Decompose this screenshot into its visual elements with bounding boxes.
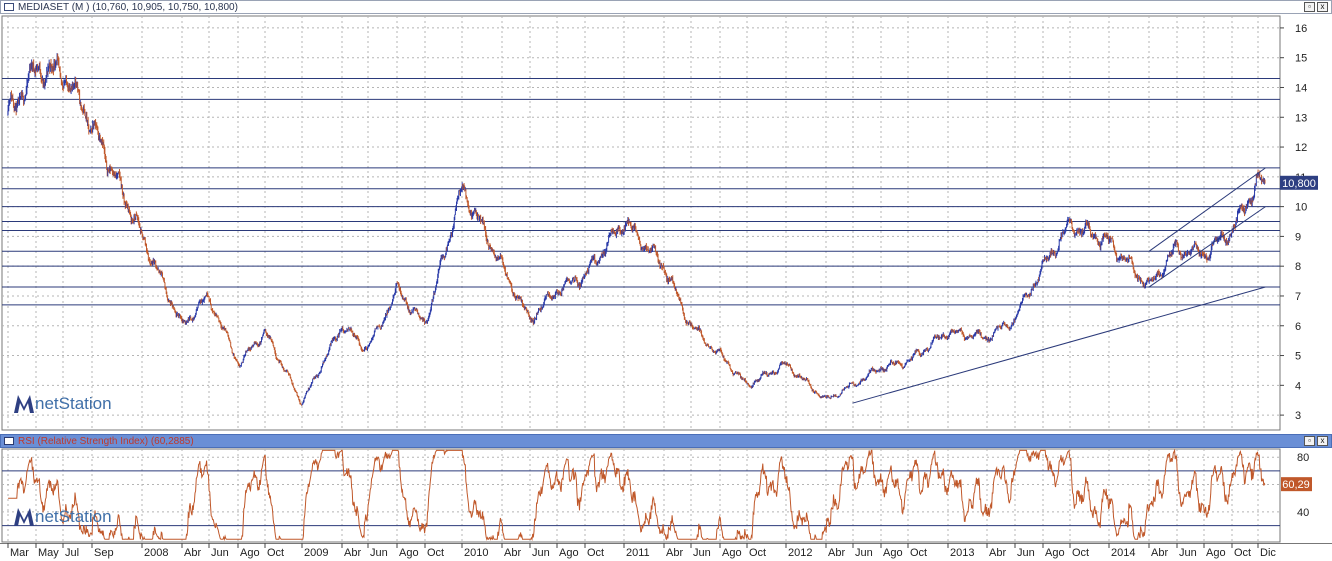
y-tick-label: 6 bbox=[1295, 321, 1301, 333]
time-tick-label: 2014 bbox=[1111, 547, 1135, 559]
rsi-chart[interactable]: 40608060,29 bbox=[0, 448, 1332, 543]
rsi-y-tick-label: 80 bbox=[1297, 452, 1309, 464]
time-tick-label: Abr bbox=[344, 547, 361, 559]
time-tick-label: Ago bbox=[1045, 547, 1065, 559]
y-tick-label: 3 bbox=[1295, 410, 1301, 422]
watermark-text: netStation bbox=[35, 507, 112, 526]
time-tick-label: Jun bbox=[370, 547, 388, 559]
time-tick-label: Abr bbox=[1151, 547, 1168, 559]
time-tick-label: Jun bbox=[211, 547, 229, 559]
y-tick-label: 4 bbox=[1295, 380, 1301, 392]
time-tick-label: Jun bbox=[855, 547, 873, 559]
watermark-text: netStation bbox=[35, 394, 112, 413]
time-tick-label: Jun bbox=[1017, 547, 1035, 559]
time-tick-label: Jun bbox=[693, 547, 711, 559]
time-tick-label: 2008 bbox=[144, 547, 168, 559]
time-tick-label: Abr bbox=[828, 547, 845, 559]
time-tick-label: 2012 bbox=[788, 547, 812, 559]
time-tick-label: Jun bbox=[532, 547, 550, 559]
time-tick-label: Abr bbox=[184, 547, 201, 559]
time-tick-label: Ago bbox=[883, 547, 903, 559]
time-tick-label: Oct bbox=[1234, 547, 1251, 559]
time-tick-label: Oct bbox=[267, 547, 284, 559]
rsi-panel: RSI (Relative Strength Index) (60,2885) … bbox=[0, 434, 1332, 543]
time-tick-label: 2013 bbox=[950, 547, 974, 559]
y-tick-label: 8 bbox=[1295, 261, 1301, 273]
y-tick-label: 16 bbox=[1295, 23, 1307, 35]
netstation-watermark: netStation bbox=[14, 507, 112, 527]
time-tick-label: 2009 bbox=[304, 547, 328, 559]
time-tick-label: Abr bbox=[666, 547, 683, 559]
close-button[interactable]: x bbox=[1317, 436, 1328, 446]
rsi-value-label: 60,29 bbox=[1282, 479, 1310, 491]
rsi-y-tick-label: 40 bbox=[1297, 507, 1309, 519]
time-tick-label: Ago bbox=[399, 547, 419, 559]
y-tick-label: 12 bbox=[1295, 142, 1307, 154]
time-tick-label: Mar bbox=[10, 547, 29, 559]
rsi-plot-area bbox=[1, 448, 1281, 543]
time-tick-label: Oct bbox=[1072, 547, 1089, 559]
time-tick-label: Ago bbox=[559, 547, 579, 559]
time-tick-label: Abr bbox=[504, 547, 521, 559]
time-tick-label: 2011 bbox=[626, 547, 650, 559]
restore-button[interactable]: ▫ bbox=[1304, 436, 1315, 446]
y-tick-label: 9 bbox=[1295, 231, 1301, 243]
y-tick-label: 10 bbox=[1295, 202, 1307, 214]
time-tick-label: Abr bbox=[989, 547, 1006, 559]
y-tick-label: 13 bbox=[1295, 112, 1307, 124]
time-tick-label: Ago bbox=[240, 547, 260, 559]
time-tick-label: Ago bbox=[722, 547, 742, 559]
price-panel-titlebar[interactable]: MEDIASET (M ) (10,760, 10,905, 10,750, 1… bbox=[0, 0, 1332, 14]
y-tick-label: 14 bbox=[1295, 82, 1307, 94]
window-icon bbox=[4, 3, 14, 11]
rsi-panel-titlebar[interactable]: RSI (Relative Strength Index) (60,2885) … bbox=[0, 434, 1332, 448]
close-button[interactable]: x bbox=[1317, 2, 1328, 12]
time-tick-label: Ago bbox=[1206, 547, 1226, 559]
time-axis: Mar May Jul Sep 2008 Abr Jun Ago Oct 2009 Abr Jun Ag… bbox=[0, 543, 1332, 561]
price-chart[interactable]: 34567891011121314151610,800 bbox=[0, 14, 1332, 432]
time-tick-label: Sep bbox=[94, 547, 114, 559]
y-tick-label: 7 bbox=[1295, 291, 1301, 303]
time-tick-label: Oct bbox=[749, 547, 766, 559]
time-tick-label: May bbox=[38, 547, 59, 559]
netstation-logo-icon bbox=[14, 508, 34, 526]
y-tick-label: 5 bbox=[1295, 351, 1301, 363]
rsi-panel-title: RSI (Relative Strength Index) (60,2885) bbox=[18, 435, 194, 447]
y-tick-label: 15 bbox=[1295, 53, 1307, 65]
time-tick-label: Oct bbox=[427, 547, 444, 559]
time-tick-label: Jul bbox=[65, 547, 79, 559]
last-price-label: 10,800 bbox=[1282, 178, 1316, 190]
time-tick-label: Oct bbox=[587, 547, 604, 559]
time-tick-label: Oct bbox=[910, 547, 927, 559]
price-panel: MEDIASET (M ) (10,760, 10,905, 10,750, 1… bbox=[0, 0, 1332, 432]
window-icon bbox=[4, 437, 14, 445]
time-tick-label: Jun bbox=[1179, 547, 1197, 559]
price-panel-title: MEDIASET (M ) (10,760, 10,905, 10,750, 1… bbox=[18, 1, 238, 13]
restore-button[interactable]: ▫ bbox=[1304, 2, 1315, 12]
time-tick-label: 2010 bbox=[464, 547, 488, 559]
netstation-logo-icon bbox=[14, 395, 34, 413]
netstation-watermark: netStation bbox=[14, 394, 112, 414]
time-tick-label: Dic bbox=[1260, 547, 1276, 559]
